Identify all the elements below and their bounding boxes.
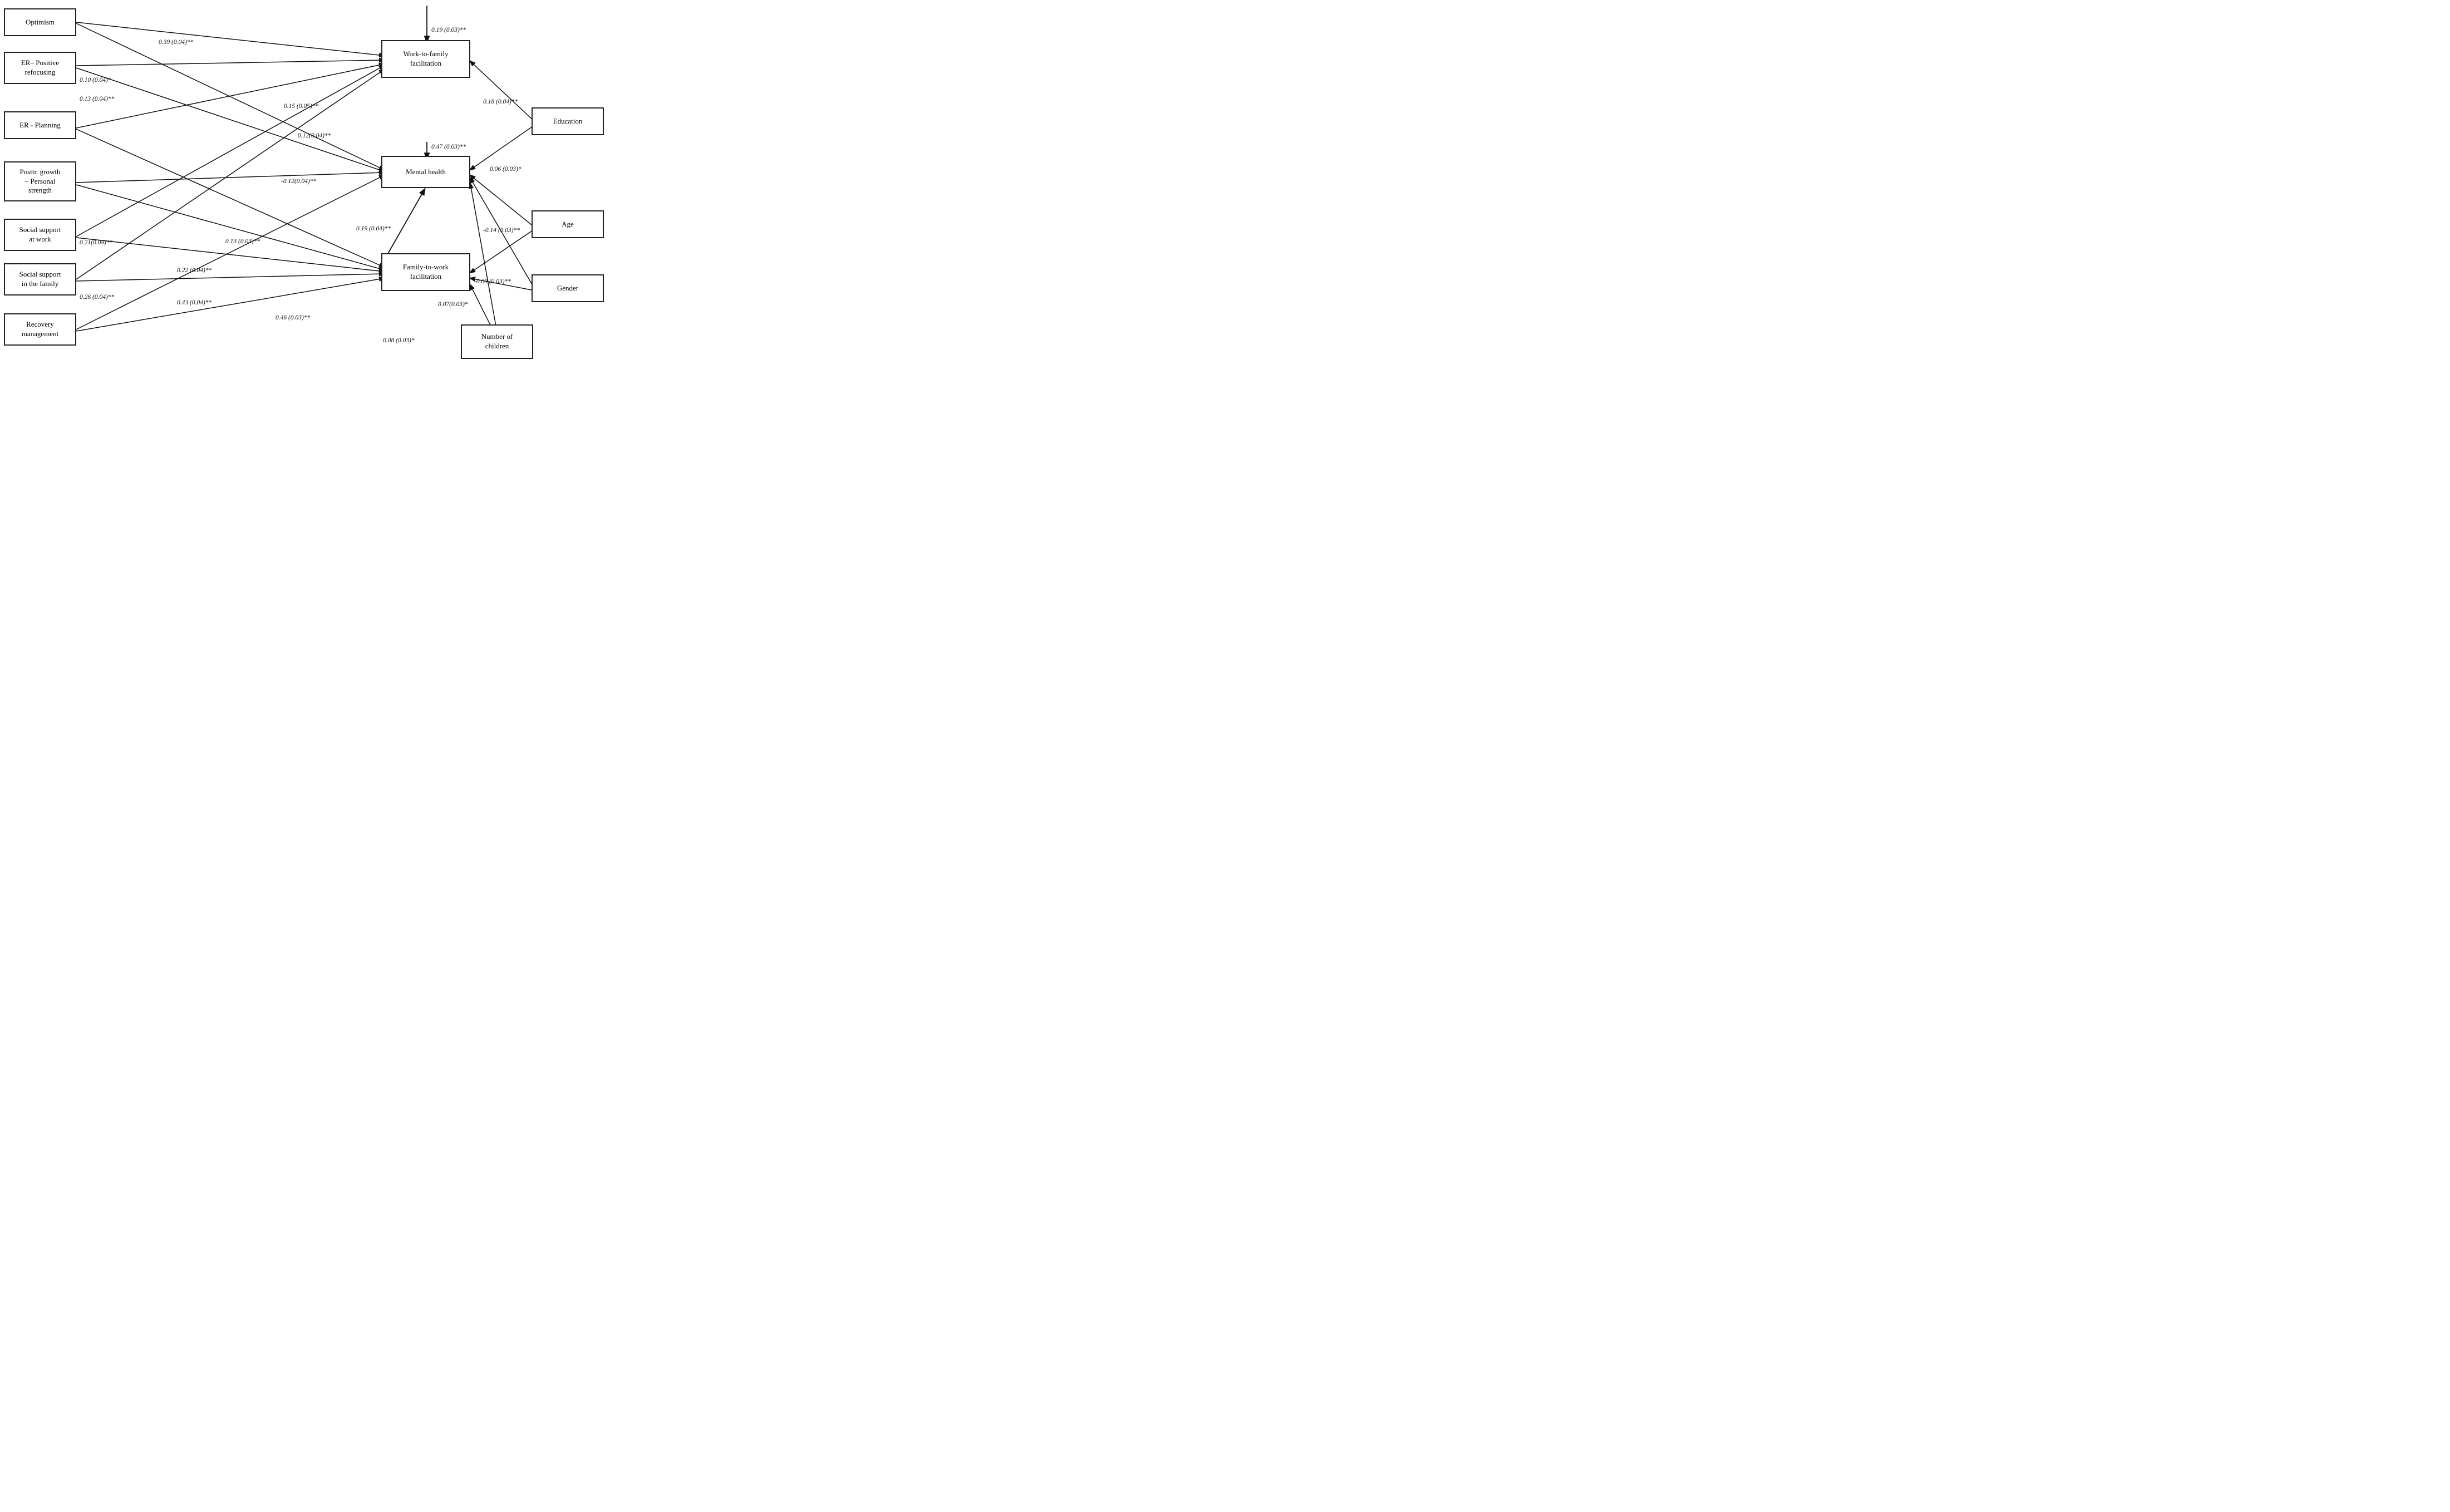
path-label-15: 0.19 (0.04)** bbox=[356, 225, 391, 232]
path-label-20: 0.07(0.03)* bbox=[438, 301, 468, 308]
node-ftw: Family-to-workfacilitation bbox=[381, 253, 470, 291]
ftw-label: Family-to-workfacilitation bbox=[403, 263, 449, 282]
node-recovery: Recoverymanagement bbox=[4, 313, 76, 346]
path-label-21: 0.08 (0.03)* bbox=[383, 337, 415, 344]
age-label: Age bbox=[562, 220, 574, 229]
education-label: Education bbox=[553, 117, 583, 126]
node-er-positive: ER– Positiverefocusing bbox=[4, 52, 76, 84]
path-label-1: 0.39 (0.04)** bbox=[159, 39, 193, 46]
node-er-planning: ER - Planning bbox=[4, 111, 76, 139]
path-label-6: -0.12(0.04)** bbox=[281, 178, 316, 185]
path-label-7: 0.21(0.04)** bbox=[80, 239, 112, 246]
node-posttr: Posttr. growth– Personalstrength bbox=[4, 161, 76, 201]
er-positive-label: ER– Positiverefocusing bbox=[21, 58, 59, 77]
er-planning-label: ER - Planning bbox=[19, 121, 61, 130]
path-label-14: 0.47 (0.03)** bbox=[431, 144, 466, 150]
node-social-family: Social supportin the family bbox=[4, 263, 76, 295]
optimism-label: Optimism bbox=[26, 18, 55, 27]
wtf-label: Work-to-familyfacilitation bbox=[403, 50, 448, 68]
path-label-19: -0.09 (0.03)** bbox=[474, 278, 511, 285]
num-children-label: Number ofchildren bbox=[481, 332, 513, 351]
node-num-children: Number ofchildren bbox=[461, 324, 533, 359]
node-wtf: Work-to-familyfacilitation bbox=[381, 40, 470, 78]
node-optimism: Optimism bbox=[4, 8, 76, 36]
recovery-label: Recoverymanagement bbox=[22, 320, 58, 339]
social-work-label: Social supportat work bbox=[19, 225, 61, 244]
path-label-18: -0.14 (0.03)** bbox=[483, 227, 520, 234]
node-mental: Mental health bbox=[381, 156, 470, 188]
node-age: Age bbox=[532, 210, 604, 238]
path-label-13: 0.19 (0.03)** bbox=[431, 27, 466, 33]
path-label-10: 0.43 (0.04)** bbox=[177, 299, 211, 306]
diagram-container: Optimism ER– Positiverefocusing ER - Pla… bbox=[0, 0, 612, 378]
mental-label: Mental health bbox=[406, 168, 446, 177]
gender-label: Gender bbox=[557, 284, 578, 293]
path-label-2: 0.10 (0.04)* bbox=[80, 77, 111, 83]
path-label-3: 0.13 (0.04)** bbox=[80, 96, 114, 102]
path-label-8: 0.13 (0.03)** bbox=[225, 238, 260, 245]
path-arrows bbox=[0, 0, 612, 378]
node-gender: Gender bbox=[532, 274, 604, 302]
path-label-17: 0.06 (0.03)* bbox=[490, 166, 522, 173]
posttr-label: Posttr. growth– Personalstrength bbox=[20, 168, 61, 196]
path-label-12: 0.46 (0.03)** bbox=[275, 314, 310, 321]
path-label-11: 0.26 (0.04)** bbox=[80, 294, 114, 301]
social-family-label: Social supportin the family bbox=[19, 270, 61, 289]
node-education: Education bbox=[532, 107, 604, 135]
path-label-5: 0.12(0.04)** bbox=[298, 132, 331, 139]
node-social-work: Social supportat work bbox=[4, 219, 76, 251]
path-label-4: 0.15 (0.05)** bbox=[284, 103, 318, 110]
path-label-9: 0.22 (0.04)** bbox=[177, 267, 211, 274]
path-label-16: 0.18 (0.04)** bbox=[483, 98, 518, 105]
